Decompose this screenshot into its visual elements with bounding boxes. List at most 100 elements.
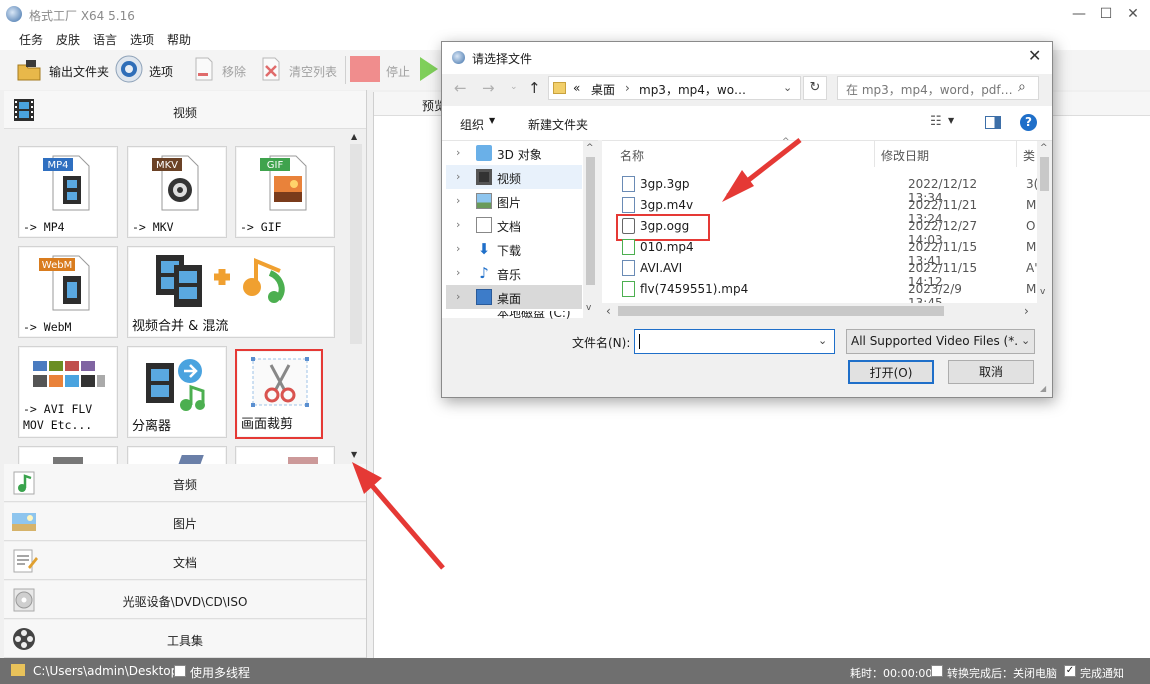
scroll-thumb[interactable] xyxy=(586,157,595,285)
tile-partial-3[interactable] xyxy=(235,446,335,464)
scroll-up-icon[interactable]: ^ xyxy=(586,143,594,153)
organize-button[interactable]: 组织 xyxy=(460,116,484,133)
new-folder-button[interactable]: 新建文件夹 xyxy=(528,116,588,133)
address-bar[interactable]: « 桌面 › mp3，mp4，wo… ⌄ xyxy=(548,76,801,100)
menu-skin[interactable]: 皮肤 xyxy=(56,31,80,48)
nav-item-3d-objects[interactable]: › 3D 对象 xyxy=(446,141,582,165)
nav-item-music[interactable]: › ♪ 音乐 xyxy=(446,261,582,285)
tile-to-gif[interactable]: GIF -> GIF xyxy=(235,146,335,238)
category-audio[interactable]: 音频 xyxy=(4,464,366,502)
back-arrow-icon[interactable]: ← xyxy=(454,79,467,97)
address-dropdown-icon[interactable]: ⌄ xyxy=(783,81,792,94)
dialog-close-icon[interactable]: ✕ xyxy=(1028,46,1041,65)
search-input[interactable]: 在 mp3，mp4，word，pdf… ⌕ xyxy=(837,76,1039,100)
category-video[interactable]: 视频 xyxy=(4,91,366,129)
category-disc[interactable]: 光驱设备\DVD\CD\ISO xyxy=(4,581,366,619)
scroll-left-icon[interactable]: ‹ xyxy=(606,304,611,318)
expand-icon[interactable]: › xyxy=(456,146,460,159)
view-options-icon[interactable]: ☷ xyxy=(930,114,942,129)
filename-dropdown-icon[interactable]: ⌄ xyxy=(818,334,827,347)
expand-icon[interactable]: › xyxy=(456,290,460,303)
column-divider[interactable] xyxy=(874,141,875,167)
expand-icon[interactable]: › xyxy=(456,218,460,231)
nav-item-pictures[interactable]: › 图片 xyxy=(446,189,582,213)
tile-to-mp4[interactable]: MP4 -> MP4 xyxy=(18,146,118,238)
file-h-scrollbar[interactable]: ‹ › xyxy=(602,303,1052,319)
file-row[interactable]: 3gp.3gp 2022/12/12 13:34 xyxy=(616,174,996,205)
file-row[interactable]: AVI.AVI 2022/11/15 14:12 xyxy=(616,258,996,289)
clear-list-button[interactable]: 清空列表 xyxy=(258,54,338,84)
nav-item-documents[interactable]: › 文档 xyxy=(446,213,582,237)
remove-button[interactable]: 移除 xyxy=(191,54,251,84)
help-icon[interactable]: ? xyxy=(1020,114,1037,131)
output-folder-button[interactable]: 输出文件夹 xyxy=(14,56,114,84)
menu-language[interactable]: 语言 xyxy=(93,31,117,48)
output-path[interactable]: C:\Users\admin\Desktop xyxy=(33,664,178,678)
file-row[interactable]: flv(7459551).mp4 2023/2/9 13:45 xyxy=(616,279,996,310)
shutdown-checkbox[interactable] xyxy=(931,665,943,677)
category-picture[interactable]: 图片 xyxy=(4,503,366,541)
category-tools[interactable]: 工具集 xyxy=(4,620,366,658)
notify-checkbox[interactable]: ✓ xyxy=(1064,665,1076,677)
tile-partial-1[interactable] xyxy=(18,446,118,464)
recent-dropdown-icon[interactable]: ⌄ xyxy=(510,82,518,92)
file-row[interactable]: 3gp.m4v 2022/11/21 13:24 xyxy=(616,195,996,226)
column-date[interactable]: 修改日期 xyxy=(881,147,929,164)
nav-scrollbar[interactable]: ^ v xyxy=(583,141,598,319)
view-dropdown-icon[interactable]: ▼ xyxy=(948,116,954,125)
tile-to-webm[interactable]: WebM -> WebM xyxy=(18,246,118,338)
grid-scrollbar[interactable]: ▲ ▼ xyxy=(346,130,366,464)
nav-item-local-disk[interactable]: 本地磁盘 (C:) xyxy=(446,311,582,319)
preview-pane-icon[interactable] xyxy=(985,116,1001,129)
column-type[interactable]: 类 xyxy=(1023,147,1035,164)
forward-arrow-icon[interactable]: → xyxy=(482,79,495,97)
cancel-button[interactable]: 取消 xyxy=(948,360,1034,384)
tile-to-mkv[interactable]: MKV -> MKV xyxy=(127,146,227,238)
expand-icon[interactable]: › xyxy=(456,266,460,279)
file-v-scrollbar[interactable]: ^ v xyxy=(1037,141,1052,303)
tile-to-avi-flv-mov[interactable]: -> AVI FLV MOV Etc... xyxy=(18,346,118,438)
scroll-up-icon[interactable]: ^ xyxy=(1040,143,1048,153)
open-button[interactable]: 打开(O) xyxy=(848,360,934,384)
tile-splitter[interactable]: 分离器 xyxy=(127,346,227,438)
filename-input[interactable]: ⌄ xyxy=(634,329,835,354)
menu-task[interactable]: 任务 xyxy=(19,31,43,48)
close-icon[interactable]: ✕ xyxy=(1120,4,1146,24)
category-document[interactable]: 文档 xyxy=(4,542,366,580)
tile-crop[interactable]: 画面裁剪 xyxy=(235,349,323,439)
file-row[interactable]: 010.mp4 2022/11/15 13:41 xyxy=(616,237,996,268)
expand-icon[interactable]: › xyxy=(456,242,460,255)
scroll-down-icon[interactable]: v xyxy=(586,303,591,313)
stop-button[interactable]: 停止 xyxy=(350,54,412,84)
column-divider[interactable] xyxy=(1016,141,1017,167)
filter-dropdown-icon[interactable]: ⌄ xyxy=(1021,334,1031,347)
expand-icon[interactable]: › xyxy=(456,194,460,207)
scroll-up-icon[interactable]: ▲ xyxy=(351,132,357,141)
file-type-select[interactable]: All Supported Video Files (*. ⌄ xyxy=(846,329,1035,354)
nav-item-downloads[interactable]: › ⬇ 下载 xyxy=(446,237,582,261)
scroll-down-icon[interactable]: ▼ xyxy=(351,450,357,459)
expand-icon[interactable]: › xyxy=(456,170,460,183)
scroll-thumb[interactable] xyxy=(1040,157,1049,191)
menu-options[interactable]: 选项 xyxy=(130,31,154,48)
breadcrumb-desktop[interactable]: 桌面 xyxy=(591,81,615,98)
scroll-right-icon[interactable]: › xyxy=(1024,304,1029,318)
minimize-icon[interactable]: — xyxy=(1066,4,1092,24)
nav-item-videos[interactable]: › 视频 xyxy=(446,165,582,189)
options-button[interactable]: 选项 xyxy=(114,54,176,84)
tile-partial-2[interactable] xyxy=(127,446,227,464)
scroll-thumb[interactable] xyxy=(350,144,362,344)
scroll-down-icon[interactable]: v xyxy=(1040,287,1045,297)
breadcrumb-folder[interactable]: mp3，mp4，wo… xyxy=(639,81,746,98)
tile-video-merge[interactable]: 视频合并 & 混流 xyxy=(127,246,335,338)
nav-item-desktop[interactable]: › 桌面 xyxy=(446,285,582,309)
column-name[interactable]: 名称 xyxy=(620,147,644,164)
menu-help[interactable]: 帮助 xyxy=(167,31,191,48)
maximize-icon[interactable]: ☐ xyxy=(1093,4,1119,24)
up-arrow-icon[interactable]: ↑ xyxy=(528,79,541,97)
search-icon[interactable]: ⌕ xyxy=(1018,79,1026,95)
resize-grip-icon[interactable]: ◢ xyxy=(1040,384,1046,393)
start-icon[interactable] xyxy=(418,55,440,83)
scroll-thumb[interactable] xyxy=(618,306,944,316)
refresh-icon[interactable]: ↻ xyxy=(803,76,827,100)
